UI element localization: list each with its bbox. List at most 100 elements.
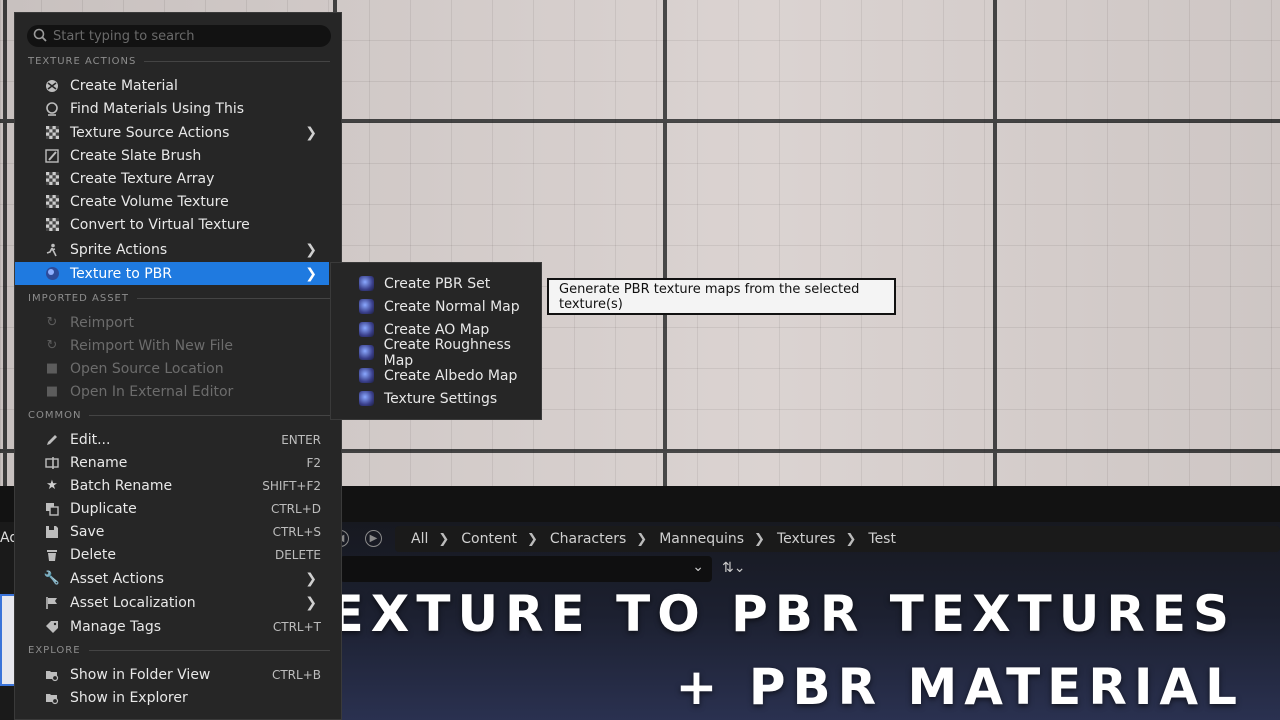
section-texture-actions: TEXTURE ACTIONS	[28, 56, 330, 67]
menu-item-open-source-location: ■ Open Source Location	[15, 357, 329, 380]
menu-item-asset-localization[interactable]: Asset Localization ❯	[15, 591, 329, 614]
folder-search-icon: ■	[45, 361, 59, 376]
submenu-item-texture-settings[interactable]: Texture Settings	[331, 387, 541, 410]
checker-icon	[44, 171, 60, 187]
menu-item-label: Save	[70, 523, 105, 540]
menu-item-label: Create Volume Texture	[70, 193, 229, 210]
shortcut-label: SHIFT+F2	[262, 478, 321, 493]
breadcrumb-mannequins[interactable]: Mannequins	[659, 531, 744, 547]
submenu-item-create-albedo-map[interactable]: Create Albedo Map	[331, 364, 541, 387]
history-forward-icon[interactable]: ▶	[365, 530, 382, 547]
folder-search-icon	[44, 690, 60, 706]
filter-dropdown[interactable]: ⌄	[340, 556, 712, 582]
menu-item-label: Convert to Virtual Texture	[70, 216, 250, 233]
menu-item-label: Texture Source Actions	[70, 124, 230, 141]
menu-search	[27, 25, 331, 47]
menu-item-create-volume-texture[interactable]: Create Volume Texture	[15, 190, 329, 213]
menu-item-reimport-new-file: ↻ Reimport With New File	[15, 334, 329, 357]
tooltip: Generate PBR texture maps from the selec…	[547, 278, 896, 315]
chevron-right-icon: ❯	[305, 124, 317, 141]
menu-item-label: Find Materials Using This	[70, 100, 245, 117]
breadcrumb-test[interactable]: Test	[868, 531, 896, 547]
breadcrumb-all[interactable]: All	[411, 531, 428, 547]
chevron-right-icon: ❯	[305, 241, 317, 258]
menu-item-batch-rename[interactable]: ★ Batch Rename SHIFT+F2	[15, 474, 329, 497]
menu-item-texture-source-actions[interactable]: Texture Source Actions ❯	[15, 121, 329, 144]
menu-item-create-texture-array[interactable]: Create Texture Array	[15, 167, 329, 190]
menu-item-texture-to-pbr[interactable]: Texture to PBR ❯	[15, 262, 329, 285]
chevron-right-icon: ❯	[438, 531, 450, 547]
breadcrumb-characters[interactable]: Characters	[550, 531, 626, 547]
folder-search-icon	[44, 667, 60, 683]
menu-item-open-external-editor: ■ Open In External Editor	[15, 380, 329, 403]
pbr-icon	[359, 391, 374, 406]
menu-item-edit[interactable]: Edit... ENTER	[15, 428, 329, 451]
submenu-item-create-pbr-set[interactable]: Create PBR Set	[331, 272, 541, 295]
shortcut-label: CTRL+B	[271, 667, 321, 682]
menu-item-delete[interactable]: Delete DELETE	[15, 543, 329, 566]
pbr-icon	[44, 266, 60, 282]
pbr-icon	[359, 299, 374, 314]
submenu-item-create-roughness-map[interactable]: Create Roughness Map	[331, 337, 541, 369]
pbr-icon	[359, 345, 374, 360]
menu-item-create-material[interactable]: Create Material	[15, 74, 329, 97]
submenu-item-label: Create Normal Map	[384, 298, 520, 315]
search-icon	[33, 27, 47, 46]
section-label: EXPLORE	[28, 645, 81, 656]
menu-item-label: Open In External Editor	[70, 383, 234, 400]
submenu-item-create-normal-map[interactable]: Create Normal Map	[331, 295, 541, 318]
menu-item-manage-tags[interactable]: Manage Tags CTRL+T	[15, 615, 329, 638]
section-imported-asset: IMPORTED ASSET	[28, 293, 330, 304]
menu-item-label: Show in Explorer	[70, 689, 188, 706]
menu-item-sprite-actions[interactable]: Sprite Actions ❯	[15, 238, 329, 261]
star-icon: ★	[46, 478, 58, 493]
pencil-icon	[44, 432, 60, 448]
trash-icon	[44, 547, 60, 563]
menu-item-label: Duplicate	[70, 500, 137, 517]
menu-item-save[interactable]: Save CTRL+S	[15, 520, 329, 543]
menu-item-label: Delete	[70, 546, 116, 563]
reimport-icon: ↻	[46, 315, 58, 330]
shortcut-label: CTRL+D	[270, 501, 321, 516]
menu-item-label: Asset Actions	[70, 570, 164, 587]
menu-item-create-slate-brush[interactable]: Create Slate Brush	[15, 144, 329, 167]
menu-item-rename[interactable]: Rename F2	[15, 451, 329, 474]
submenu-item-label: Create Albedo Map	[384, 367, 518, 384]
menu-item-show-folder-view[interactable]: Show in Folder View CTRL+B	[15, 663, 329, 686]
shortcut-label: ENTER	[281, 432, 321, 447]
pbr-icon	[359, 368, 374, 383]
breadcrumb-textures[interactable]: Textures	[777, 531, 836, 547]
menu-item-find-materials[interactable]: Find Materials Using This	[15, 97, 329, 120]
menu-item-convert-virtual-texture[interactable]: Convert to Virtual Texture	[15, 213, 329, 236]
find-icon	[44, 101, 60, 117]
menu-item-label: Create Texture Array	[70, 170, 215, 187]
shortcut-label: F2	[306, 455, 321, 470]
chevron-right-icon: ❯	[526, 531, 538, 547]
submenu-item-label: Create PBR Set	[384, 275, 491, 292]
duplicate-icon	[44, 501, 60, 517]
breadcrumb-content[interactable]: Content	[461, 531, 517, 547]
pbr-icon	[359, 322, 374, 337]
checker-icon	[44, 194, 60, 210]
reimport-icon: ↻	[46, 338, 58, 353]
shortcut-label: DELETE	[274, 547, 321, 562]
chevron-down-icon: ⌄	[692, 559, 704, 575]
menu-item-label: Rename	[70, 454, 128, 471]
menu-item-label: Reimport	[70, 314, 134, 331]
menu-item-duplicate[interactable]: Duplicate CTRL+D	[15, 497, 329, 520]
submenu-item-label: Texture Settings	[384, 390, 498, 407]
brush-icon	[44, 148, 60, 164]
checker-icon	[44, 125, 60, 141]
section-label: TEXTURE ACTIONS	[28, 56, 137, 67]
menu-item-label: Texture to PBR	[70, 265, 172, 282]
texture-to-pbr-submenu: Create PBR Set Create Normal Map Create …	[330, 262, 542, 420]
menu-item-label: Batch Rename	[70, 477, 173, 494]
section-label: COMMON	[28, 410, 82, 421]
menu-item-label: Sprite Actions	[70, 241, 168, 258]
sort-icon[interactable]: ⇅⌄	[722, 560, 745, 576]
search-input[interactable]	[53, 28, 313, 44]
tag-icon	[44, 619, 60, 635]
chevron-right-icon: ❯	[636, 531, 648, 547]
menu-item-show-explorer[interactable]: Show in Explorer	[15, 686, 329, 709]
menu-item-asset-actions[interactable]: 🔧 Asset Actions ❯	[15, 567, 329, 590]
